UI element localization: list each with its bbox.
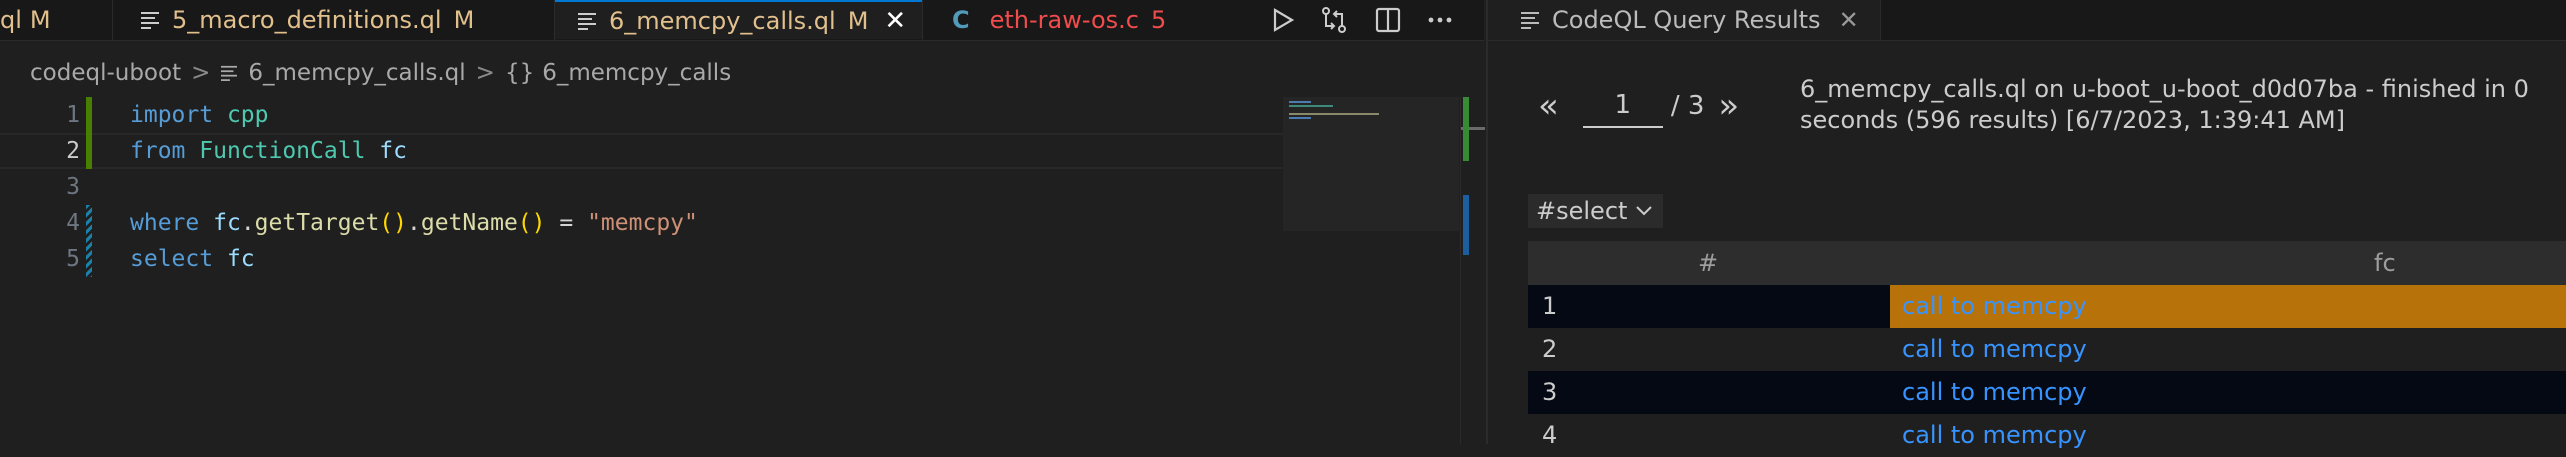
chevron-right-icon: > bbox=[475, 60, 495, 86]
row-number: 4 bbox=[1542, 421, 1558, 449]
editor-pane: ql M 5_macro_definitions.ql M 6_memcpy_c… bbox=[0, 0, 1485, 444]
table-row[interactable]: 4 call to memcpy bbox=[1528, 414, 2566, 457]
next-page-button[interactable]: » bbox=[1718, 86, 1739, 126]
tab-memcpy-calls[interactable]: 6_memcpy_calls.ql M ✕ bbox=[555, 0, 922, 39]
modified-indicator: M bbox=[29, 6, 51, 34]
results-table: # fc 1 call to memcpy 2 call to memcpy 3… bbox=[1528, 241, 2566, 457]
keyword: where bbox=[130, 210, 200, 236]
chevron-right-icon: > bbox=[191, 60, 211, 86]
more-actions-icon[interactable] bbox=[1426, 6, 1454, 34]
string-literal: "memcpy" bbox=[587, 210, 698, 236]
code-line: 1 import cpp bbox=[0, 97, 1300, 133]
table-row[interactable]: 3 call to memcpy bbox=[1528, 371, 2566, 414]
tab-label: ql bbox=[0, 6, 22, 34]
page-number-input[interactable] bbox=[1582, 84, 1663, 128]
table-header: # fc bbox=[1528, 241, 2566, 285]
parens: () bbox=[379, 210, 407, 236]
result-set-value: #select bbox=[1536, 197, 1628, 225]
row-number: 1 bbox=[1542, 292, 1558, 320]
query-status-text: 6_memcpy_calls.ql on u-boot_u-boot_d0d07… bbox=[1800, 75, 2529, 134]
modified-indicator: M bbox=[847, 6, 869, 35]
tab-macro-definitions[interactable]: 5_macro_definitions.ql M bbox=[140, 0, 474, 40]
code-line-current: 2 from FunctionCall fc bbox=[0, 133, 1300, 169]
breadcrumb: codeql-uboot > 6_memcpy_calls.ql > {} 6_… bbox=[30, 60, 731, 86]
page-total: / 3 bbox=[1670, 91, 1705, 121]
table-row[interactable]: 2 call to memcpy bbox=[1528, 328, 2566, 371]
results-tab-bar: CodeQL Query Results ✕ bbox=[1488, 0, 2566, 41]
breadcrumb-symbol[interactable]: 6_memcpy_calls bbox=[542, 60, 731, 86]
module-name: cpp bbox=[226, 102, 269, 128]
variable: fc bbox=[226, 246, 255, 272]
tab-label: eth-raw-os.c bbox=[989, 6, 1139, 34]
line-number: 3 bbox=[66, 174, 80, 200]
file-lines-icon bbox=[140, 11, 162, 29]
tab-label: 6_memcpy_calls.ql bbox=[609, 6, 836, 35]
close-icon[interactable]: ✕ bbox=[884, 6, 906, 36]
result-link[interactable]: call to memcpy bbox=[1890, 285, 2566, 328]
variable: fc bbox=[379, 138, 407, 164]
tab-codeql-query-results[interactable]: CodeQL Query Results ✕ bbox=[1488, 0, 1881, 40]
method-name: getName bbox=[420, 210, 518, 236]
line-number: 4 bbox=[66, 210, 80, 236]
editor-tab-bar: ql M 5_macro_definitions.ql M 6_memcpy_c… bbox=[0, 0, 1484, 41]
column-header-fc[interactable]: fc bbox=[2374, 241, 2396, 285]
result-link[interactable]: call to memcpy bbox=[1890, 371, 2566, 414]
compare-changes-icon[interactable] bbox=[1320, 6, 1348, 34]
breadcrumb-file[interactable]: 6_memcpy_calls.ql bbox=[248, 60, 465, 86]
file-lines-icon bbox=[1520, 11, 1540, 29]
minimap[interactable] bbox=[1283, 97, 1459, 231]
keyword: import bbox=[130, 102, 214, 128]
file-lines-icon bbox=[577, 12, 599, 30]
tab-label: 5_macro_definitions.ql bbox=[172, 6, 442, 34]
parens: () bbox=[517, 210, 546, 236]
tab-eth-raw-os[interactable]: C eth-raw-os.c 5 bbox=[952, 0, 1166, 40]
keyword: from bbox=[130, 138, 186, 164]
dot: . bbox=[407, 210, 421, 236]
table-row[interactable]: 1 call to memcpy bbox=[1528, 285, 2566, 328]
tab-prev-ql[interactable]: ql M bbox=[0, 0, 110, 40]
line-number: 1 bbox=[66, 102, 80, 128]
close-icon[interactable]: ✕ bbox=[1839, 6, 1859, 34]
file-lines-icon bbox=[220, 65, 238, 81]
code-line: 3 bbox=[0, 169, 1300, 205]
row-number: 2 bbox=[1542, 335, 1558, 363]
run-icon[interactable] bbox=[1268, 6, 1296, 34]
line-number: 2 bbox=[66, 138, 80, 164]
result-set-select[interactable]: #select bbox=[1528, 194, 1664, 228]
result-link[interactable]: call to memcpy bbox=[1890, 414, 2566, 457]
c-file-icon: C bbox=[952, 6, 970, 34]
code-line: 5 select fc bbox=[0, 241, 1300, 277]
pagination: « / 3 » bbox=[1538, 84, 1739, 128]
tab-label: CodeQL Query Results bbox=[1552, 6, 1821, 34]
braces-icon: {} bbox=[504, 60, 535, 86]
operator: = bbox=[559, 210, 574, 236]
problem-count: 5 bbox=[1151, 6, 1167, 34]
chevron-down-icon bbox=[1635, 205, 1653, 217]
variable: fc bbox=[213, 210, 241, 236]
line-number: 5 bbox=[66, 246, 80, 272]
modified-indicator: M bbox=[453, 6, 475, 34]
dot: . bbox=[240, 210, 255, 236]
query-results-pane: CodeQL Query Results ✕ « / 3 » 6_memcpy_… bbox=[1486, 0, 2566, 449]
column-header-index[interactable]: # bbox=[1698, 241, 1718, 285]
method-name: getTarget bbox=[254, 210, 380, 236]
type-name: FunctionCall bbox=[199, 138, 366, 164]
row-number: 3 bbox=[1542, 378, 1558, 406]
previous-page-button[interactable]: « bbox=[1538, 86, 1559, 126]
keyword: select bbox=[130, 246, 214, 272]
result-link[interactable]: call to memcpy bbox=[1890, 328, 2566, 371]
split-editor-icon[interactable] bbox=[1374, 6, 1402, 34]
overview-ruler[interactable] bbox=[1460, 97, 1485, 444]
breadcrumb-folder[interactable]: codeql-uboot bbox=[30, 60, 181, 86]
code-line: 4 where fc.getTarget().getName() = "memc… bbox=[0, 205, 1300, 277]
